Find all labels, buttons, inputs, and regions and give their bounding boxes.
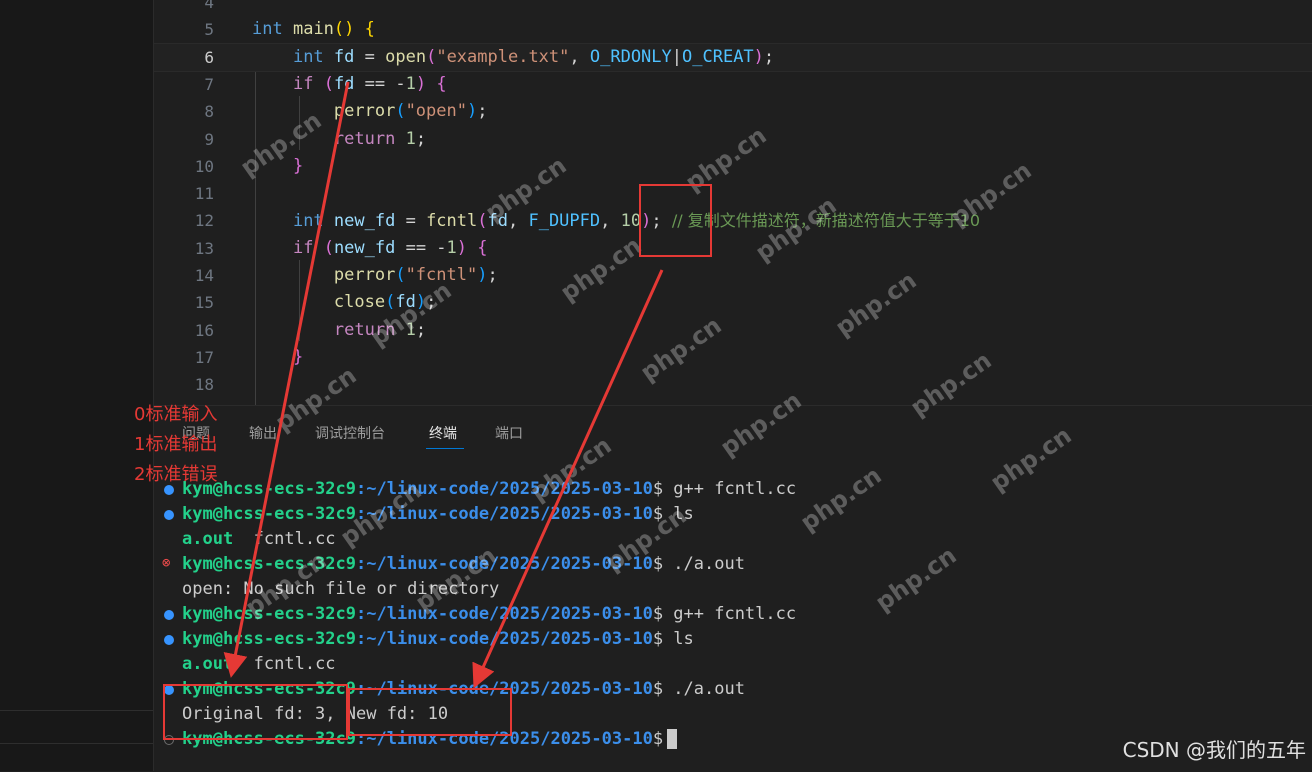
prompt-user: kym@hcss-ecs-32c9 xyxy=(182,554,356,574)
prompt-path: :~/linux-code/2025/2025-03-10 xyxy=(356,604,653,624)
code-line[interactable]: 14 perror("fcntl"); xyxy=(154,262,1312,289)
prompt-command: $ g++ fcntl.cc xyxy=(652,479,797,499)
line-number: 11 xyxy=(194,184,214,204)
std-label-1: 1标准输出 xyxy=(134,434,218,455)
code-line[interactable]: 4 xyxy=(154,0,1312,16)
tab-output[interactable]: 输出 xyxy=(249,423,277,443)
command-status-icon[interactable] xyxy=(164,510,174,520)
csdn-watermark: CSDN @我们的五年 xyxy=(1122,738,1306,762)
line-number: 18 xyxy=(194,375,214,395)
prompt-path: :~/linux-code/2025/2025-03-10 xyxy=(356,629,653,649)
std-label-2: 2标准错误 xyxy=(134,464,218,485)
code-line[interactable]: 5 int main() { xyxy=(154,16,1312,43)
terminal-line: kym@hcss-ecs-32c9:~/linux-code/2025/2025… xyxy=(154,602,1312,627)
side-bar xyxy=(0,0,154,771)
prompt-command: $ xyxy=(652,729,664,749)
line-number: 17 xyxy=(194,347,214,367)
command-status-icon[interactable] xyxy=(164,610,174,620)
active-tab-indicator xyxy=(426,448,464,449)
terminal-cursor xyxy=(667,729,678,749)
prompt-command: $ g++ fcntl.cc xyxy=(652,604,797,624)
std-fd-labels: 0标准输入 1标准输出 2标准错误 xyxy=(134,400,217,490)
sidebar-divider xyxy=(0,710,153,711)
prompt-command: $ ls xyxy=(652,629,694,649)
highlight-box-dupfd-arg xyxy=(639,184,712,257)
code-line[interactable]: 11 xyxy=(154,180,1312,207)
executable-file: a.out xyxy=(182,529,234,549)
line-number: 4 xyxy=(204,0,214,12)
prompt-command: $ ./a.out xyxy=(652,679,745,699)
std-label-0: 0标准输入 xyxy=(134,404,218,425)
code-line[interactable]: 13 if (new_fd == -1) { xyxy=(154,235,1312,262)
line-number: 8 xyxy=(204,102,214,122)
terminal-line: open: No such file or directory xyxy=(154,577,1312,602)
terminal-line: a.out fcntl.cc xyxy=(154,527,1312,552)
prompt-user: kym@hcss-ecs-32c9 xyxy=(182,504,356,524)
executable-file: a.out xyxy=(182,654,234,674)
output-text: fcntl.cc xyxy=(233,529,336,549)
line-number: 14 xyxy=(194,266,214,285)
code-text[interactable]: int new_fd = fcntl(fd, F_DUPFD, 10); // … xyxy=(252,207,980,235)
code-line[interactable]: 12 int new_fd = fcntl(fd, F_DUPFD, 10); … xyxy=(154,207,1312,234)
line-number: 16 xyxy=(194,320,214,340)
code-line[interactable]: 17 } xyxy=(154,344,1312,371)
error-status-icon[interactable]: ⊗ xyxy=(162,551,170,576)
line-number: 10 xyxy=(194,156,214,176)
code-text[interactable]: if (fd == -1) { xyxy=(252,71,447,98)
tab-debug-console[interactable]: 调试控制台 xyxy=(315,423,385,443)
sidebar-divider xyxy=(0,743,153,744)
prompt-user: kym@hcss-ecs-32c9 xyxy=(182,629,356,649)
code-line[interactable]: 16 return 1; xyxy=(154,317,1312,344)
line-number: 7 xyxy=(204,74,214,94)
command-status-icon[interactable] xyxy=(164,635,174,645)
tab-terminal[interactable]: 终端 xyxy=(429,423,457,443)
line-number: 9 xyxy=(204,129,214,149)
code-text[interactable]: } xyxy=(252,344,303,371)
code-text[interactable]: int fd = open("example.txt", O_RDONLY|O_… xyxy=(252,44,774,71)
output-text: fcntl.cc xyxy=(233,654,336,674)
highlight-box-new-fd xyxy=(348,688,512,736)
terminal-line: kym@hcss-ecs-32c9:~/linux-code/2025/2025… xyxy=(154,502,1312,527)
terminal-line: kym@hcss-ecs-32c9:~/linux-code/2025/2025… xyxy=(154,477,1312,502)
prompt-command: $ ./a.out xyxy=(652,554,745,574)
code-line[interactable]: 8 perror("open"); xyxy=(154,98,1312,125)
line-number: 13 xyxy=(194,238,214,258)
line-number: 12 xyxy=(194,211,214,231)
terminal-line: a.out fcntl.cc xyxy=(154,652,1312,677)
terminal-line: kym@hcss-ecs-32c9:~/linux-code/2025/2025… xyxy=(154,627,1312,652)
code-editor[interactable]: 4 5 int main() {6 int fd = open("example.t… xyxy=(154,0,1312,405)
code-line[interactable]: 7 if (fd == -1) { xyxy=(154,71,1312,98)
highlight-box-original-fd xyxy=(163,684,348,740)
line-number: 6 xyxy=(204,47,214,67)
code-text[interactable]: int main() { xyxy=(252,16,375,43)
line-number: 5 xyxy=(204,20,214,40)
line-number: 15 xyxy=(194,293,214,313)
tab-ports[interactable]: 端口 xyxy=(495,423,523,443)
code-text[interactable]: perror("fcntl"); xyxy=(252,262,498,289)
code-line[interactable]: 15 close(fd); xyxy=(154,289,1312,316)
code-text[interactable]: if (new_fd == -1) { xyxy=(252,235,488,262)
code-line[interactable]: 6 int fd = open("example.txt", O_RDONLY|… xyxy=(154,42,1312,72)
